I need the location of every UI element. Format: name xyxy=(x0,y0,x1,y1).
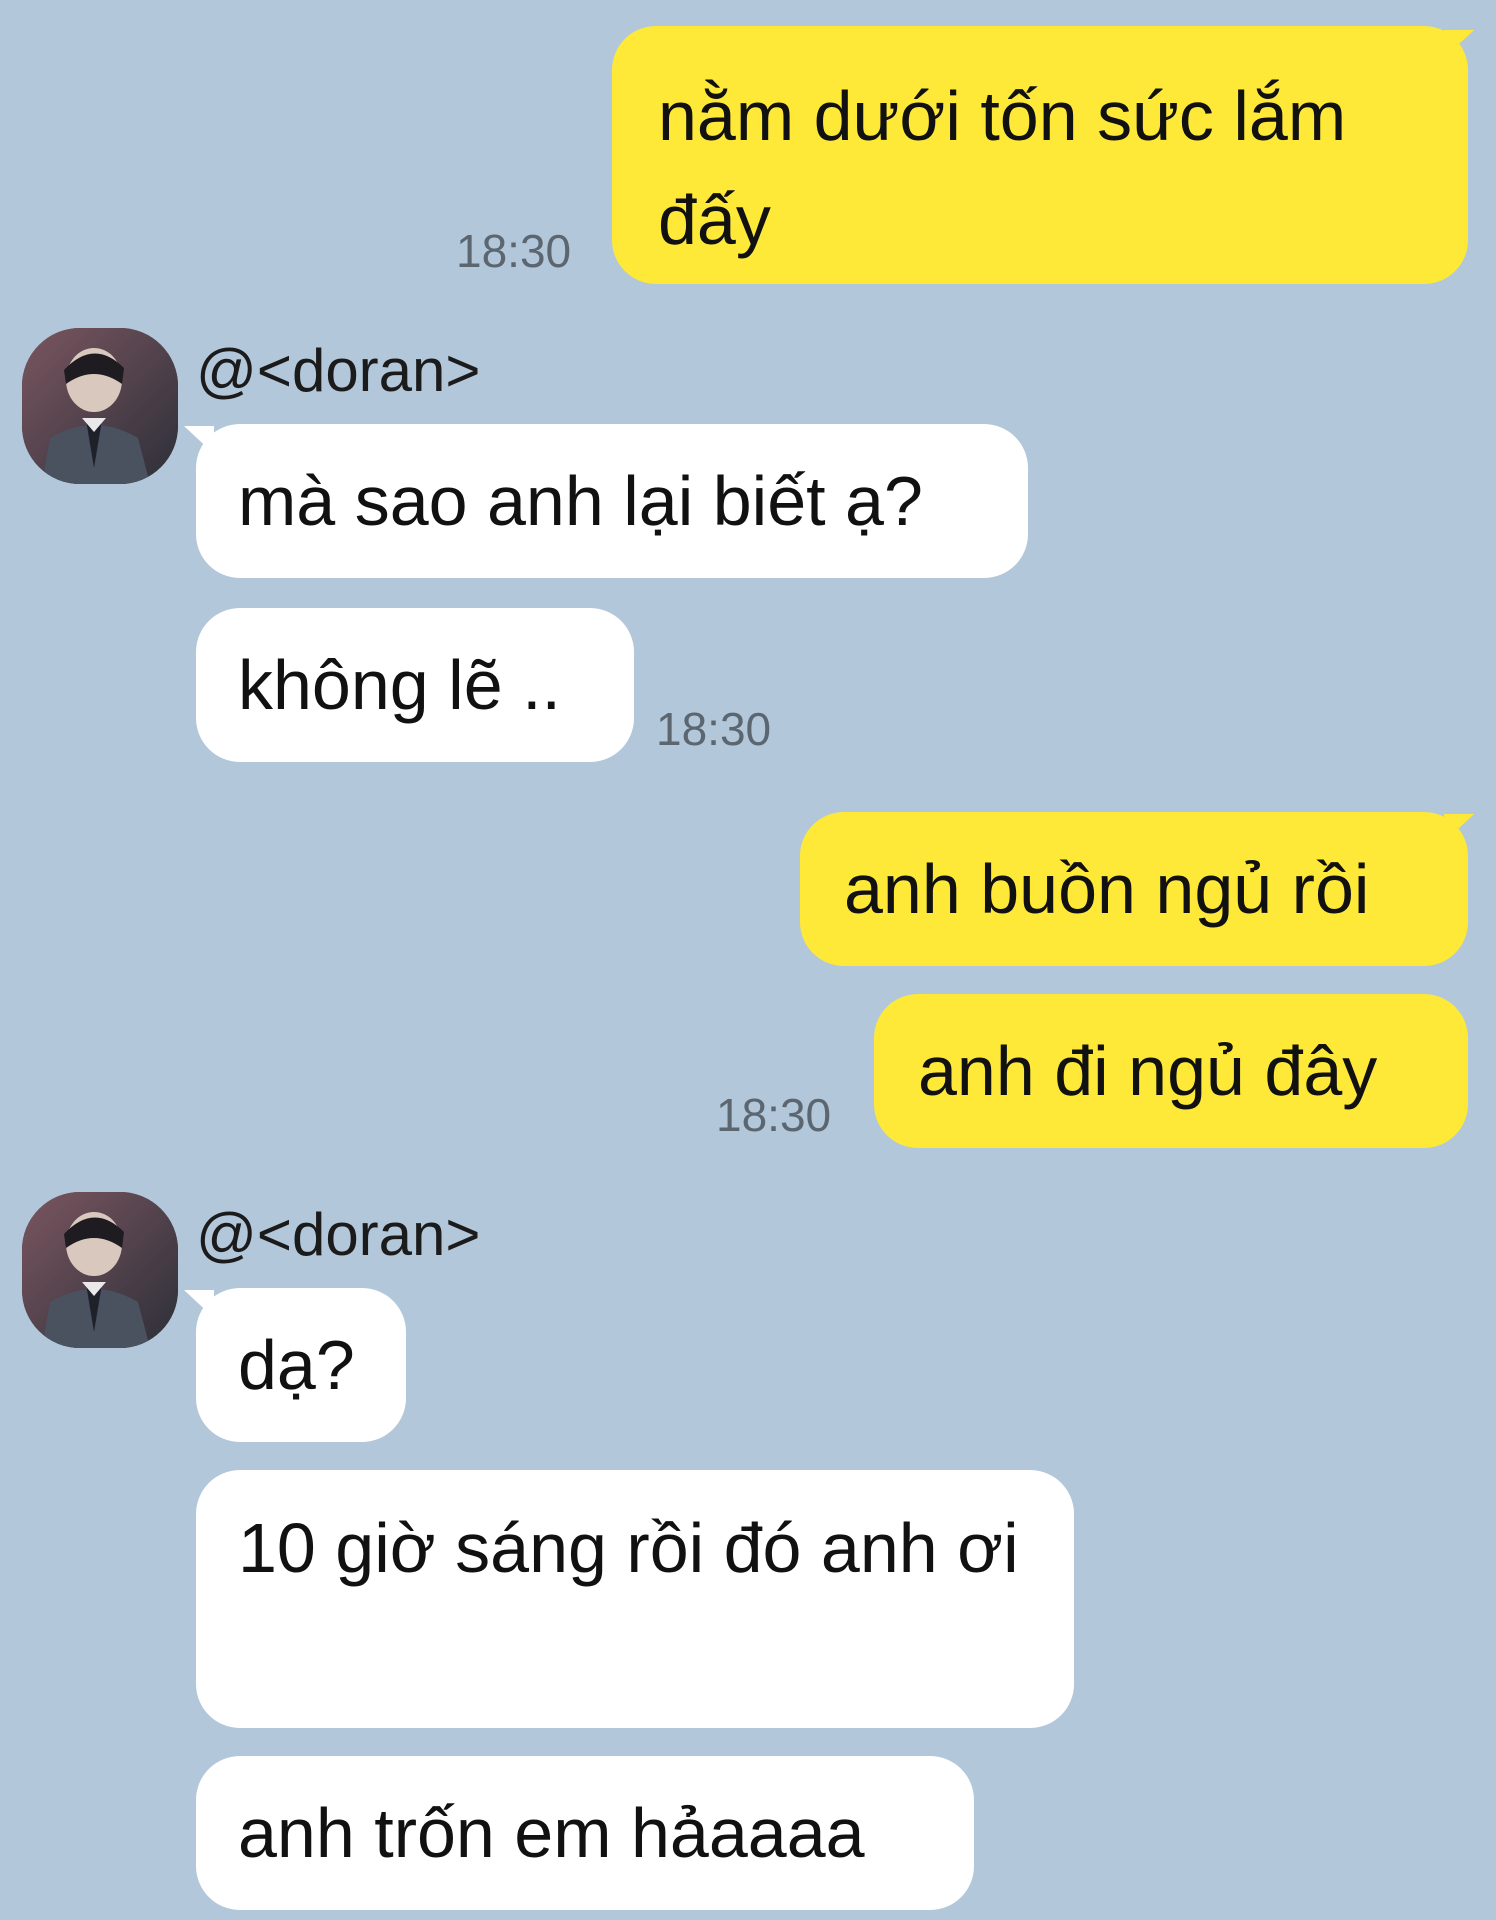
message-bubble-incoming[interactable]: 10 giờ sáng rồi đó anh ơi xyxy=(196,1470,1074,1728)
bubble-tail xyxy=(1444,30,1474,58)
chat-thread: nằm dưới tốn sức lắm đấy 18:30 @<doran> … xyxy=(0,0,1496,1920)
message-bubble-outgoing[interactable]: anh đi ngủ đây xyxy=(874,994,1468,1148)
avatar-photo-icon xyxy=(22,1192,178,1348)
message-bubble-outgoing[interactable]: nằm dưới tốn sức lắm đấy xyxy=(612,26,1468,284)
message-bubble-incoming[interactable]: mà sao anh lại biết ạ? xyxy=(196,424,1028,578)
message-bubble-incoming[interactable]: không lẽ .. xyxy=(196,608,634,762)
message-timestamp: 18:30 xyxy=(456,225,572,277)
contact-avatar[interactable] xyxy=(22,328,178,484)
message-timestamp: 18:30 xyxy=(716,1089,832,1141)
bubble-tail xyxy=(184,1290,214,1318)
message-bubble-incoming[interactable]: dạ? xyxy=(196,1288,406,1442)
message-timestamp: 18:30 xyxy=(656,703,772,755)
sender-name: @<doran> xyxy=(196,337,481,404)
message-bubble-outgoing[interactable]: anh buồn ngủ rồi xyxy=(800,812,1468,966)
contact-avatar[interactable] xyxy=(22,1192,178,1348)
bubble-tail xyxy=(1444,814,1474,842)
message-bubble-incoming[interactable]: anh trốn em hảaaaa xyxy=(196,1756,974,1910)
sender-name: @<doran> xyxy=(196,1201,481,1268)
bubble-tail xyxy=(184,426,214,454)
avatar-photo-icon xyxy=(22,328,178,484)
